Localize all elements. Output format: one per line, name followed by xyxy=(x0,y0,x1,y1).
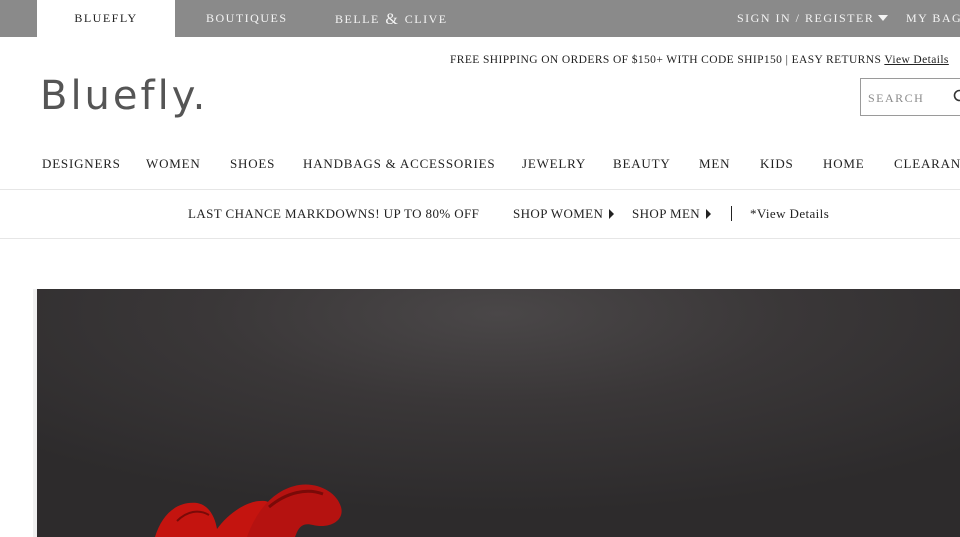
search-box[interactable] xyxy=(860,78,960,116)
nav-handbags-accessories[interactable]: HANDBAGS & ACCESSORIES xyxy=(303,156,495,172)
search-icon[interactable] xyxy=(953,89,960,105)
promo-text: FREE SHIPPING ON ORDERS OF $150+ WITH CO… xyxy=(450,54,882,66)
nav-jewelry[interactable]: JEWELRY xyxy=(522,156,586,172)
shop-women-label: SHOP WOMEN xyxy=(513,206,604,221)
top-utility-bar: BLUEFLY BOUTIQUES BELLE & CLIVE SIGN IN … xyxy=(0,0,960,37)
hero-banner[interactable] xyxy=(33,289,960,537)
markdowns-headline: LAST CHANCE MARKDOWNS! UP TO 80% OFF xyxy=(188,206,480,221)
belle-label: BELLE xyxy=(335,12,380,26)
bluefly-logo[interactable]: Bluefly. xyxy=(40,68,208,124)
shop-women-link[interactable]: SHOP WOMEN xyxy=(513,206,615,222)
nav-kids[interactable]: KIDS xyxy=(760,156,794,172)
view-details-link[interactable]: *View Details xyxy=(750,206,829,222)
nav-men[interactable]: MEN xyxy=(699,156,730,172)
nav-divider xyxy=(0,189,960,190)
ampersand-label: & xyxy=(385,11,400,28)
nav-designers[interactable]: DESIGNERS xyxy=(42,156,121,172)
tab-bluefly[interactable]: BLUEFLY xyxy=(37,0,175,37)
nav-beauty[interactable]: BEAUTY xyxy=(613,156,671,172)
promo-view-details-link[interactable]: View Details xyxy=(884,54,948,66)
my-bag-link[interactable]: MY BAG xyxy=(906,0,960,37)
shop-men-label: SHOP MEN xyxy=(632,206,701,221)
main-nav: DESIGNERS WOMEN SHOES HANDBAGS & ACCESSO… xyxy=(0,150,960,178)
divider xyxy=(731,206,732,221)
nav-clearance[interactable]: CLEARANCE xyxy=(894,156,960,172)
chevron-down-icon xyxy=(878,15,889,22)
sign-in-register-link[interactable]: SIGN IN / REGISTER xyxy=(737,0,889,37)
clive-label: CLIVE xyxy=(404,12,448,26)
arrow-right-icon xyxy=(609,209,615,220)
tab-belle-clive[interactable]: BELLE & CLIVE xyxy=(335,0,448,37)
shop-men-link[interactable]: SHOP MEN xyxy=(632,206,712,222)
promo-banner: FREE SHIPPING ON ORDERS OF $150+ WITH CO… xyxy=(450,54,949,66)
promo-bar-divider xyxy=(0,238,960,239)
tab-boutiques[interactable]: BOUTIQUES xyxy=(206,0,288,37)
nav-women[interactable]: WOMEN xyxy=(146,156,201,172)
sign-in-register-label: SIGN IN / REGISTER xyxy=(737,11,875,25)
search-input[interactable] xyxy=(866,88,950,108)
nav-home[interactable]: HOME xyxy=(823,156,864,172)
nav-shoes[interactable]: SHOES xyxy=(230,156,275,172)
arrow-right-icon xyxy=(706,209,712,220)
red-ribbon-bow-image xyxy=(155,484,342,537)
